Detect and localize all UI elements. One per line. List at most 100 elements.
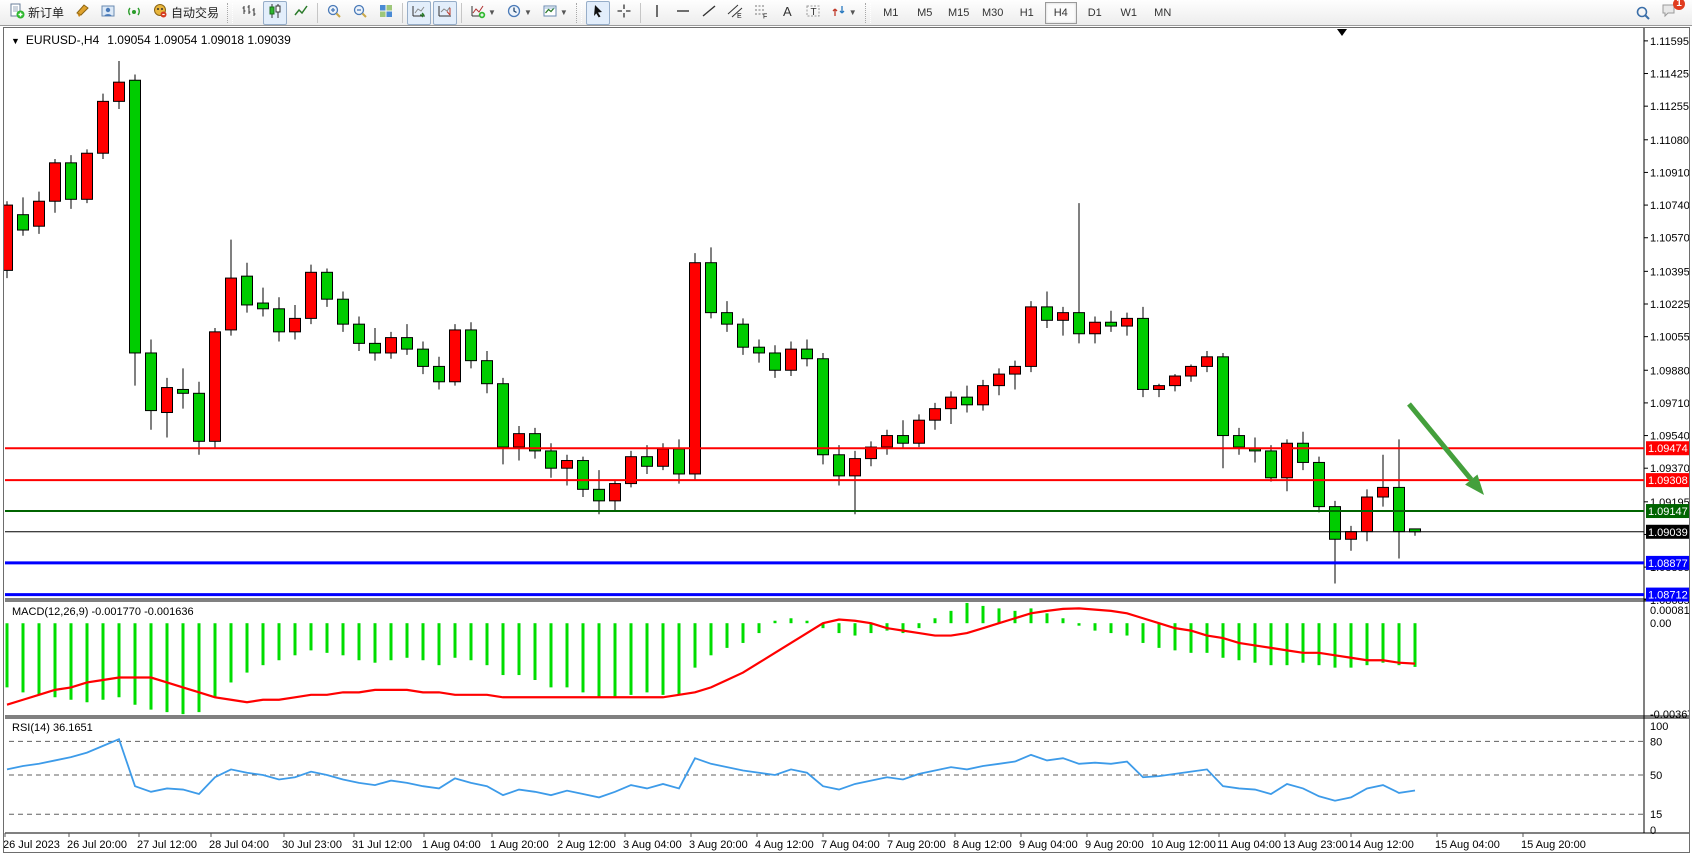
candle-body xyxy=(1378,487,1389,497)
candle-body xyxy=(1186,366,1197,376)
date-tick-label: 14 Aug 12:00 xyxy=(1349,839,1414,851)
svg-text:F: F xyxy=(763,14,767,20)
toolbar-button-arrows[interactable]: ▼ xyxy=(827,1,861,25)
rsi-axis-label: 80 xyxy=(1650,736,1662,748)
search-icon[interactable] xyxy=(1631,1,1655,25)
rsi-axis-label: 50 xyxy=(1650,770,1662,782)
toolbar-button-crosshair[interactable] xyxy=(612,1,636,25)
date-tick-label: 26 Jul 20:00 xyxy=(67,839,127,851)
candle-body xyxy=(242,276,253,305)
timeframe-button-m30[interactable]: M30 xyxy=(977,2,1009,24)
candle-body xyxy=(706,263,717,313)
rsi-axis-label: 0 xyxy=(1650,825,1656,837)
candlestick-series xyxy=(4,61,1421,583)
price-tick-label: 1.09540 xyxy=(1650,431,1689,443)
toolbar-button-profiles[interactable] xyxy=(96,1,120,25)
toolbar-button-signals[interactable] xyxy=(122,1,146,25)
rsi-axis: 1008050150 xyxy=(1650,721,1668,837)
toolbar-button-vertical-line[interactable] xyxy=(645,1,669,25)
toolbar-button-auto-scroll[interactable] xyxy=(407,1,431,25)
zoom-out-icon xyxy=(352,3,368,22)
chart-title: ▼EURUSD-,H41.09054 1.09054 1.09018 1.090… xyxy=(11,33,291,47)
textA-icon: A xyxy=(779,3,795,22)
price-tick-label: 1.10225 xyxy=(1650,299,1689,311)
toolbar-button-zoom-out[interactable] xyxy=(348,1,372,25)
toolbar-button-indicators[interactable]: ▼ xyxy=(466,1,500,25)
timeframe-button-h4[interactable]: H4 xyxy=(1045,2,1077,24)
timeframe-button-m1[interactable]: M1 xyxy=(875,2,907,24)
toolbar-button-periods[interactable]: ▼ xyxy=(502,1,536,25)
toolbar-button-chart-shift[interactable] xyxy=(433,1,457,25)
toolbar-button-auto-trading[interactable]: 自动交易 xyxy=(148,1,223,25)
cursor-icon xyxy=(590,3,606,22)
hline-icon xyxy=(675,3,691,22)
timeframe-button-h1[interactable]: H1 xyxy=(1011,2,1043,24)
bars-icon xyxy=(241,3,257,22)
chart-ohlc-values: 1.09054 1.09054 1.09018 1.09039 xyxy=(107,33,291,47)
candle-body xyxy=(994,374,1005,386)
svg-text:A: A xyxy=(783,4,792,19)
toolbar-button-horizontal-line[interactable] xyxy=(671,1,695,25)
chartshift-icon xyxy=(437,3,453,22)
zoom-in-icon xyxy=(326,3,342,22)
candle-body xyxy=(546,451,557,468)
candle-body xyxy=(578,461,589,490)
candle-body xyxy=(498,384,509,447)
trendline-icon xyxy=(701,3,717,22)
toolbar-button-styler[interactable] xyxy=(70,1,94,25)
chevron-down-icon[interactable]: ▼ xyxy=(488,8,496,17)
chart-window[interactable]: ▼EURUSD-,H41.09054 1.09054 1.09018 1.090… xyxy=(3,27,1690,853)
toolbar-button-tile-windows[interactable] xyxy=(374,1,398,25)
chevron-down-icon[interactable]: ▼ xyxy=(849,8,857,17)
toolbar-button-text[interactable]: A xyxy=(775,1,799,25)
toolbar-button-line-chart[interactable] xyxy=(289,1,313,25)
collapse-icon[interactable]: ▼ xyxy=(11,36,20,46)
timeframe-button-mn[interactable]: MN xyxy=(1147,2,1179,24)
date-tick-label: 3 Aug 04:00 xyxy=(623,839,682,851)
new-order-icon xyxy=(9,3,25,22)
chart-shift-marker[interactable] xyxy=(1337,29,1347,36)
toolbar-button-label: 自动交易 xyxy=(171,4,219,21)
macd-axis-label: 0.000818 xyxy=(1650,605,1689,617)
vline-icon xyxy=(649,3,665,22)
candle-body xyxy=(178,389,189,393)
macd-axis: 0.0008180.00-0.003677 xyxy=(1650,605,1689,721)
chart-canvas[interactable]: 1.115951.114251.112551.110801.109101.107… xyxy=(4,28,1689,852)
date-tick-label: 9 Aug 20:00 xyxy=(1085,839,1144,851)
candle-body xyxy=(1170,376,1181,386)
chevron-down-icon[interactable]: ▼ xyxy=(524,8,532,17)
candle-body xyxy=(962,397,973,405)
robot-icon xyxy=(152,3,168,22)
toolbar-button-trendline[interactable] xyxy=(697,1,721,25)
toolbar-button-new-order[interactable]: 新订单 xyxy=(5,1,68,25)
toolbar-button-candlestick-chart[interactable] xyxy=(263,1,287,25)
candle-body xyxy=(66,163,77,199)
toolbar-button-zoom-in[interactable] xyxy=(322,1,346,25)
timeframe-button-w1[interactable]: W1 xyxy=(1113,2,1145,24)
candle-body xyxy=(946,397,957,409)
candle-body xyxy=(802,349,813,359)
price-tick-label: 1.10740 xyxy=(1650,200,1689,212)
date-tick-label: 8 Aug 12:00 xyxy=(953,839,1012,851)
notification-count-badge: 1 xyxy=(1673,0,1685,10)
toolbar-button-fibonacci[interactable]: F xyxy=(749,1,773,25)
candle-body xyxy=(850,459,861,476)
candle-body xyxy=(82,153,93,199)
notifications-icon[interactable]: 1 xyxy=(1657,1,1681,25)
chevron-down-icon[interactable]: ▼ xyxy=(560,8,568,17)
toolbar-button-equidistant-channel[interactable]: E xyxy=(723,1,747,25)
date-tick-label: 1 Aug 04:00 xyxy=(422,839,481,851)
toolbar-button-text-label[interactable]: T xyxy=(801,1,825,25)
timeframe-button-m5[interactable]: M5 xyxy=(909,2,941,24)
toolbar-button-templates[interactable]: ▼ xyxy=(538,1,572,25)
toolbar-button-bar-chart[interactable] xyxy=(237,1,261,25)
timeframe-button-m15[interactable]: M15 xyxy=(943,2,975,24)
price-tick-label: 1.09880 xyxy=(1650,365,1689,377)
candle-body xyxy=(914,420,925,443)
rsi-axis-label: 100 xyxy=(1650,721,1668,733)
toolbar-button-cursor[interactable] xyxy=(586,1,610,25)
arrow-annotation[interactable] xyxy=(1409,404,1471,480)
svg-text:E: E xyxy=(737,13,742,19)
timeframe-button-d1[interactable]: D1 xyxy=(1079,2,1111,24)
candle-body xyxy=(1218,357,1229,436)
